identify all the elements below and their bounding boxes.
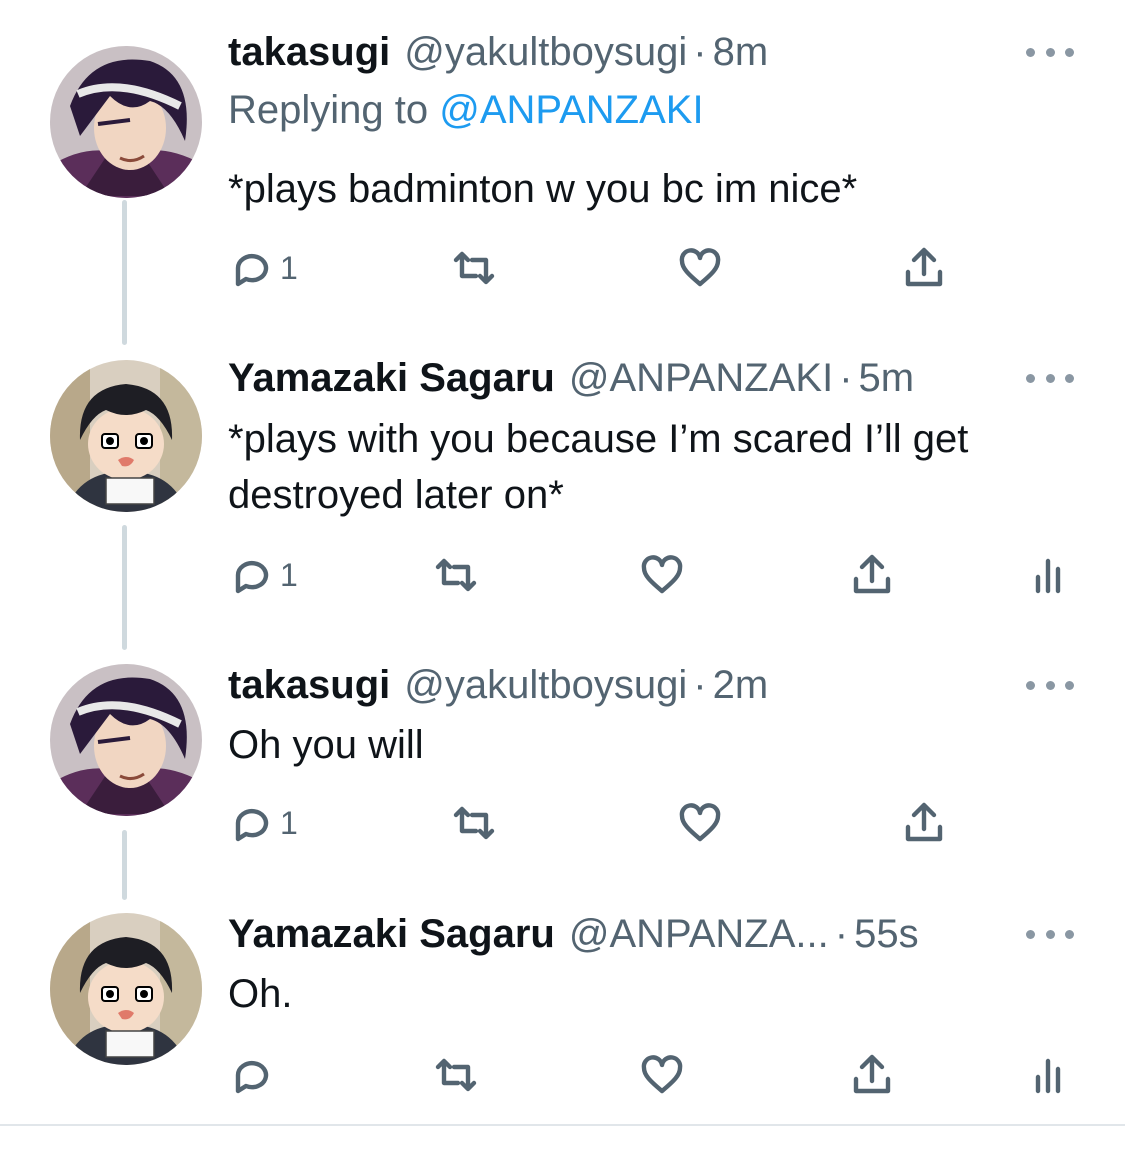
thread-line — [122, 525, 127, 650]
more-icon[interactable] — [1026, 675, 1074, 695]
thread-line — [122, 200, 127, 345]
reply-count: 1 — [280, 556, 298, 593]
separator-dot: · — [693, 29, 707, 74]
retweet-icon — [435, 1058, 477, 1092]
analytics-icon — [1035, 558, 1061, 594]
reply-button[interactable]: 1 — [228, 798, 298, 848]
mention-link[interactable]: @ANPANZAKI — [439, 88, 703, 132]
separator-dot: · — [693, 662, 707, 707]
reply-count: 1 — [280, 804, 298, 841]
tweet-text: Oh. — [228, 972, 293, 1016]
retweet-button[interactable] — [432, 1050, 480, 1100]
avatar[interactable] — [50, 46, 202, 198]
avatar-yamazaki-image — [50, 360, 202, 512]
like-button[interactable] — [638, 550, 686, 600]
retweet-button[interactable] — [450, 243, 498, 293]
share-button[interactable] — [848, 550, 896, 600]
retweet-icon — [435, 558, 477, 592]
divider — [0, 1124, 1125, 1126]
separator-dot: · — [839, 355, 853, 400]
share-button[interactable] — [900, 798, 948, 848]
user-handle[interactable]: @yakultboysugi — [404, 663, 687, 708]
reply-button[interactable]: 1 — [228, 243, 298, 293]
avatar[interactable] — [50, 360, 202, 512]
avatar[interactable] — [50, 664, 202, 816]
timestamp[interactable]: 55s — [854, 912, 919, 957]
analytics-button[interactable] — [1026, 550, 1074, 600]
reply-icon — [235, 253, 269, 287]
reply-icon — [235, 1060, 269, 1094]
share-icon — [905, 802, 943, 842]
analytics-icon — [1035, 1058, 1061, 1094]
retweet-button[interactable] — [450, 798, 498, 848]
more-icon[interactable] — [1026, 924, 1074, 944]
display-name[interactable]: Yamazaki Sagaru — [228, 912, 555, 957]
share-button[interactable] — [900, 243, 948, 293]
analytics-button[interactable] — [1026, 1050, 1074, 1100]
reply-icon — [235, 808, 269, 842]
display-name[interactable]: Yamazaki Sagaru — [228, 356, 555, 401]
share-icon — [853, 554, 891, 594]
like-button[interactable] — [638, 1050, 686, 1100]
reply-icon — [235, 560, 269, 594]
retweet-icon — [453, 251, 495, 285]
user-handle[interactable]: @ANPANZA... — [569, 912, 829, 957]
reply-button[interactable] — [228, 1050, 280, 1100]
reply-count: 1 — [280, 249, 298, 286]
separator-dot: · — [834, 911, 849, 956]
more-icon[interactable] — [1026, 42, 1074, 62]
like-button[interactable] — [676, 243, 724, 293]
retweet-button[interactable] — [432, 550, 480, 600]
timestamp[interactable]: 2m — [713, 663, 769, 708]
display-name[interactable]: takasugi — [228, 663, 390, 708]
timestamp[interactable]: 5m — [859, 356, 915, 401]
retweet-icon — [453, 806, 495, 840]
replying-to: Replying to @ANPANZAKI — [228, 88, 704, 133]
avatar-takasugi-image — [50, 46, 202, 198]
share-button[interactable] — [848, 1050, 896, 1100]
avatar-yamazaki-image — [50, 913, 202, 1065]
avatar-takasugi-image — [50, 664, 202, 816]
heart-icon — [679, 803, 721, 842]
thread-line — [122, 830, 127, 900]
tweet-text: Oh you will — [228, 723, 424, 767]
more-icon[interactable] — [1026, 368, 1074, 388]
share-icon — [853, 1054, 891, 1094]
reply-button[interactable]: 1 — [228, 550, 298, 600]
heart-icon — [641, 555, 683, 594]
timestamp[interactable]: 8m — [713, 30, 769, 75]
user-handle[interactable]: @ANPANZAKI — [569, 356, 833, 401]
tweet-text: *plays with you because I’m scared I’ll … — [228, 417, 969, 517]
tweet-text: *plays badminton w you bc im nice* — [228, 167, 858, 211]
share-icon — [905, 247, 943, 287]
replying-to-label: Replying to — [228, 88, 440, 132]
heart-icon — [641, 1055, 683, 1094]
avatar[interactable] — [50, 913, 202, 1065]
heart-icon — [679, 248, 721, 287]
like-button[interactable] — [676, 798, 724, 848]
user-handle[interactable]: @yakultboysugi — [404, 30, 687, 75]
display-name[interactable]: takasugi — [228, 30, 390, 75]
